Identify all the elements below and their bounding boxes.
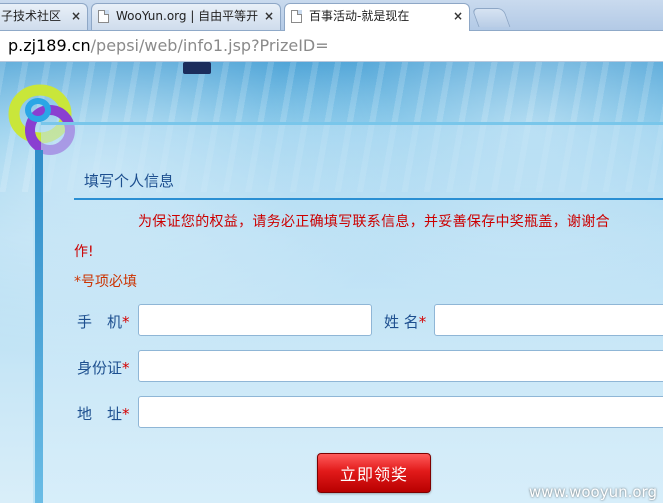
close-icon[interactable]: ×	[71, 4, 81, 28]
banner-logo	[183, 62, 211, 74]
phone-label: 手 机*	[77, 313, 130, 331]
section-title: 填写个人信息	[84, 172, 175, 190]
close-icon[interactable]: ×	[453, 4, 463, 28]
tab-label: WooYun.org | 自由平等开	[116, 9, 259, 23]
required-note: *号项必填	[74, 274, 137, 290]
address-input[interactable]	[138, 396, 663, 428]
watermark: www.wooyun.org	[528, 483, 657, 501]
id-card-input[interactable]	[138, 350, 663, 382]
notice-text: 为保证您的权益，请务必正确填写联系信息，并妥善保存中奖瓶盖，谢谢合	[138, 214, 610, 230]
notice-text-cont: 作!	[74, 244, 94, 260]
url-host: p.zj189.cn	[8, 36, 91, 55]
address-label: 地 址*	[77, 405, 130, 423]
new-tab-button[interactable]	[471, 8, 511, 27]
url-path: /pepsi/web/info1.jsp?PrizeID=	[90, 36, 329, 55]
tab-wooyun[interactable]: WooYun.org | 自由平等开 ×	[91, 3, 281, 30]
panel-border	[33, 150, 43, 503]
id-card-label: 身份证*	[77, 359, 130, 377]
claim-prize-button[interactable]: 立即领奖	[317, 453, 431, 493]
tab-label: 百事活动-就是现在	[309, 9, 410, 23]
document-icon	[98, 10, 109, 23]
title-divider	[74, 198, 663, 200]
address-bar[interactable]: p.zj189.cn/pepsi/web/info1.jsp?PrizeID=	[0, 31, 663, 62]
tab-tech-community[interactable]: 子技术社区 ×	[0, 3, 88, 30]
url-text[interactable]: p.zj189.cn/pepsi/web/info1.jsp?PrizeID=	[8, 36, 329, 56]
phone-input[interactable]	[138, 304, 372, 336]
name-input[interactable]	[434, 304, 663, 336]
tab-label: 子技术社区	[1, 9, 62, 23]
name-label: 姓 名*	[384, 313, 427, 331]
close-icon[interactable]: ×	[264, 4, 274, 28]
document-icon	[291, 10, 302, 23]
browser-tab-bar: 子技术社区 × WooYun.org | 自由平等开 × 百事活动-就是现在 ×	[0, 0, 663, 31]
tab-pepsi-activity[interactable]: 百事活动-就是现在 ×	[284, 3, 470, 31]
